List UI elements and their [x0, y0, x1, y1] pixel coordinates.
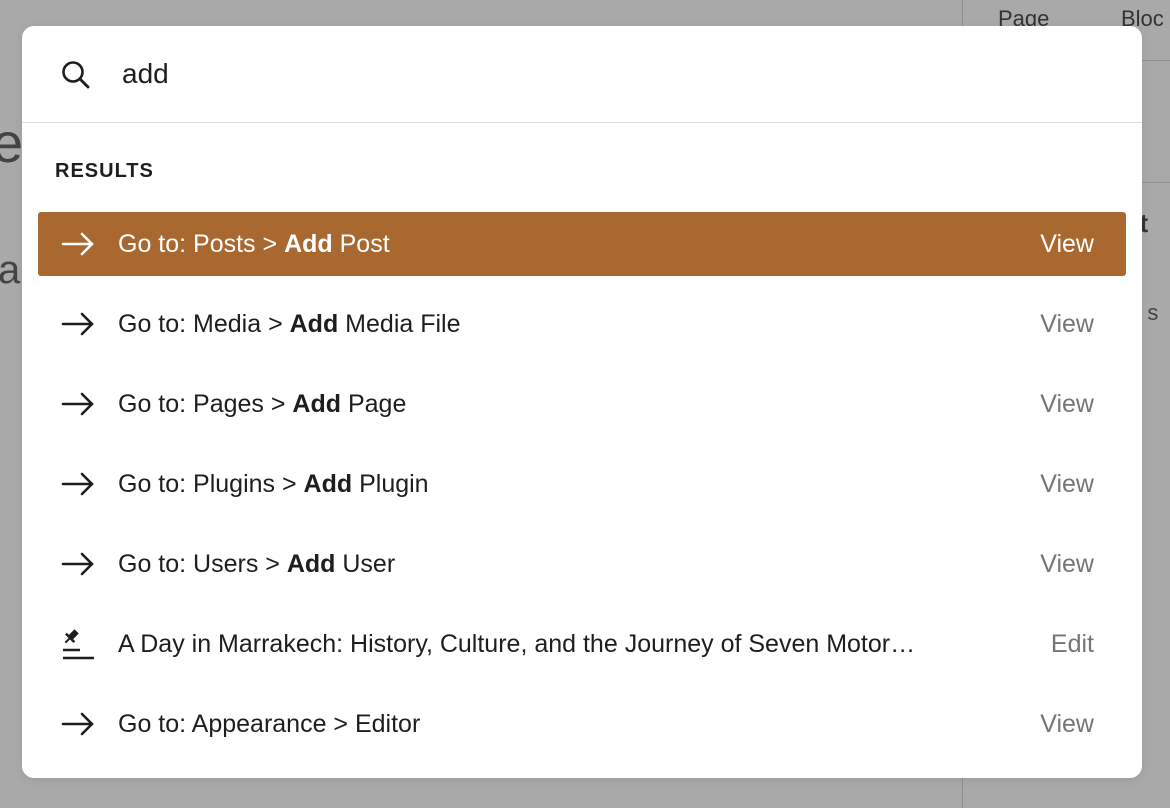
result-action-label: View: [1040, 310, 1094, 338]
result-item[interactable]: Go to: Posts > Add Post View: [38, 212, 1126, 276]
search-icon: [62, 61, 90, 89]
result-action-label: View: [1040, 550, 1094, 578]
result-item[interactable]: Go to: Pages > Add Page View: [38, 372, 1126, 436]
command-palette: RESULTS Go to: Posts > Add PostViewGo to…: [22, 26, 1142, 778]
result-label: Go to: Appearance > Editor: [118, 710, 421, 738]
result-action-label: View: [1040, 470, 1094, 498]
result-item[interactable]: Go to: Users > Add User View: [38, 532, 1126, 596]
result-label: Go to: Plugins > Add Plugin: [118, 470, 429, 498]
arrow-right-icon: [60, 468, 96, 500]
result-action-label: Edit: [1050, 630, 1094, 658]
results-heading: RESULTS: [55, 160, 154, 182]
arrow-right-icon: [60, 308, 96, 340]
result-match-highlight: Add: [284, 230, 333, 258]
result-item[interactable]: Go to: Media > Add Media File View: [38, 292, 1126, 356]
result-label: Go to: Pages > Add Page: [118, 390, 407, 418]
result-item[interactable]: A Day in Marrakech: History, Culture, an…: [38, 612, 1126, 676]
results-list: Go to: Posts > Add Post View Go to: Media …: [38, 212, 1126, 772]
post-pinned-icon: [60, 628, 96, 660]
arrow-right-icon: [60, 548, 96, 580]
result-action-label: View: [1040, 710, 1094, 738]
result-item[interactable]: Go to: Appearance > Editor View: [38, 692, 1126, 756]
result-action-label: View: [1040, 230, 1094, 258]
result-match-highlight: Add: [289, 310, 339, 338]
result-label: Go to: Posts > Add Post: [118, 230, 390, 258]
result-match-highlight: Add: [303, 470, 353, 498]
background-text-fragment: a: [0, 248, 21, 292]
result-label: Go to: Media > Add Media File: [118, 310, 461, 338]
result-label: Go to: Users > Add User: [118, 550, 396, 578]
result-action-label: View: [1040, 390, 1094, 418]
arrow-right-icon: [60, 388, 96, 420]
search-input[interactable]: [122, 52, 1102, 96]
result-match-highlight: Add: [292, 390, 342, 418]
result-item[interactable]: Go to: Plugins > Add Plugin View: [38, 452, 1126, 516]
search-bar: [22, 26, 1142, 123]
result-match-highlight: Add: [286, 550, 336, 578]
result-label: A Day in Marrakech: History, Culture, an…: [118, 630, 916, 658]
background-title-fragment: e: [0, 111, 24, 174]
arrow-right-icon: [60, 708, 96, 740]
arrow-right-icon: [60, 228, 96, 260]
